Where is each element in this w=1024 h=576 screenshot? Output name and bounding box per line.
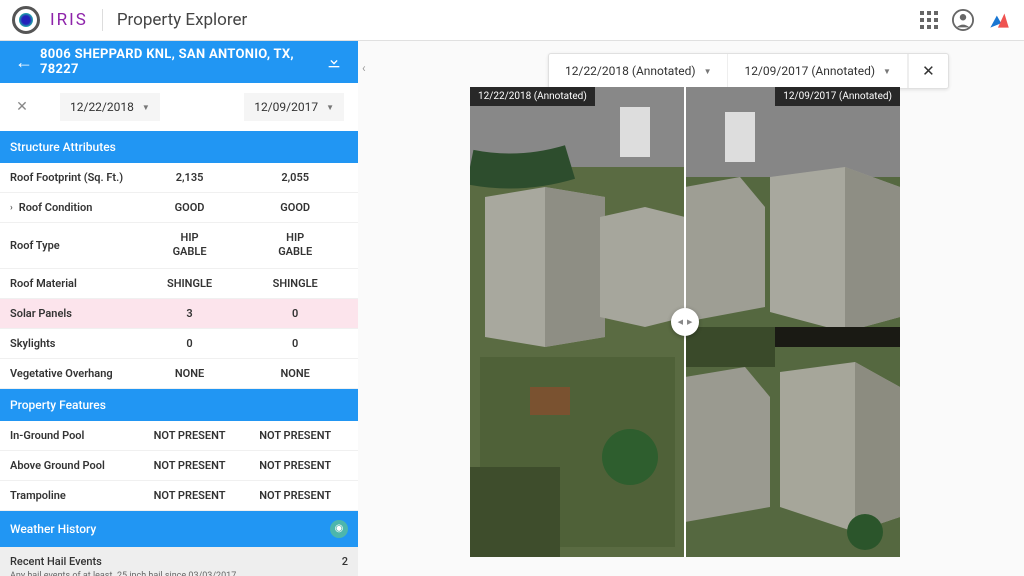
attribute-row: Vegetative OverhangNONENONE xyxy=(0,359,358,389)
attribute-row: Roof MaterialSHINGLESHINGLE xyxy=(0,269,358,299)
download-icon[interactable] xyxy=(318,46,350,78)
brand-logo xyxy=(12,6,40,34)
brand-name: IRIS xyxy=(50,10,88,30)
left-pane-label: 12/22/2018 (Annotated) xyxy=(470,87,595,106)
image-date-left-select[interactable]: 12/22/2018 (Annotated) ▼ xyxy=(549,54,728,88)
image-date-left-label: 12/22/2018 (Annotated) xyxy=(565,64,696,78)
right-pane-label: 12/09/2017 (Annotated) xyxy=(775,87,900,106)
attribute-row: Solar Panels30 xyxy=(0,299,358,329)
attribute-value-right: SHINGLE xyxy=(242,277,348,290)
attribute-value-left: NOT PRESENT xyxy=(137,429,243,442)
attribute-row: Roof Footprint (Sq. Ft.)2,1352,055 xyxy=(0,163,358,193)
hail-count: 2 xyxy=(342,555,348,568)
compare-slider-handle[interactable] xyxy=(671,308,699,336)
date-right-label: 12/09/2017 xyxy=(254,100,318,114)
attribute-row: Above Ground PoolNOT PRESENTNOT PRESENT xyxy=(0,451,358,481)
attribute-label: ›Roof Condition xyxy=(10,201,137,214)
chevron-down-icon: ▼ xyxy=(883,67,891,76)
close-compare-button[interactable]: ✕ xyxy=(908,54,948,88)
hail-events-row[interactable]: Recent Hail Events 2 Any hail events of … xyxy=(0,547,358,576)
attribute-value-right: NOT PRESENT xyxy=(242,429,348,442)
left-image-pane[interactable]: 12/22/2018 (Annotated) xyxy=(470,87,685,557)
sidebar-scroll[interactable]: Structure Attributes Roof Footprint (Sq.… xyxy=(0,131,358,576)
right-image-pane[interactable]: 12/09/2017 (Annotated) xyxy=(685,87,900,557)
attribute-row: TrampolineNOT PRESENTNOT PRESENT xyxy=(0,481,358,511)
attribute-value-right: NOT PRESENT xyxy=(242,459,348,472)
image-compare-viewer[interactable]: 12/22/2018 (Annotated) xyxy=(470,87,900,557)
attribute-label: Vegetative Overhang xyxy=(10,367,137,380)
address-bar: ← 8006 SHEPPARD KNL, SAN ANTONIO, TX, 78… xyxy=(0,41,358,83)
image-date-right-label: 12/09/2017 (Annotated) xyxy=(744,64,875,78)
attribute-value-left: SHINGLE xyxy=(137,277,243,290)
attribute-label: Roof Type xyxy=(10,239,137,252)
app-title: Property Explorer xyxy=(117,10,247,30)
attribute-value-right: 2,055 xyxy=(242,171,348,184)
aerial-image-left xyxy=(470,87,685,557)
attribute-label: In-Ground Pool xyxy=(10,429,137,442)
image-date-right-select[interactable]: 12/09/2017 (Annotated) ▼ xyxy=(728,54,907,88)
section-structure-attributes: Structure Attributes xyxy=(0,131,358,163)
chevron-down-icon: ▼ xyxy=(326,103,334,112)
attribute-value-left: NOT PRESENT xyxy=(137,459,243,472)
weather-badge-icon: ◉ xyxy=(330,520,348,538)
back-button[interactable]: ← xyxy=(8,46,40,78)
property-address: 8006 SHEPPARD KNL, SAN ANTONIO, TX, 7822… xyxy=(40,47,318,77)
attribute-label: Above Ground Pool xyxy=(10,459,137,472)
section-weather-history: Weather History ◉ xyxy=(0,511,358,547)
sidebar: ← 8006 SHEPPARD KNL, SAN ANTONIO, TX, 78… xyxy=(0,41,358,576)
aerial-image-right xyxy=(685,87,900,557)
attribute-label: Roof Footprint (Sq. Ft.) xyxy=(10,171,137,184)
attribute-value-left: 2,135 xyxy=(137,171,243,184)
divider xyxy=(102,9,103,31)
attribute-value-left: 0 xyxy=(137,337,243,350)
date-select-right[interactable]: 12/09/2017 ▼ xyxy=(244,93,344,121)
attribute-label: Roof Material xyxy=(10,277,137,290)
attribute-value-right: HIPGABLE xyxy=(242,231,348,260)
attribute-row[interactable]: ›Roof ConditionGOODGOOD xyxy=(0,193,358,223)
hail-subtitle: Any hail events of at least .25 inch hai… xyxy=(10,571,348,576)
attribute-value-left: 3 xyxy=(137,307,243,320)
date-select-left[interactable]: 12/22/2018 ▼ xyxy=(60,93,160,121)
expand-caret-icon[interactable]: › xyxy=(10,203,13,213)
top-bar: IRIS Property Explorer xyxy=(0,0,1024,41)
attribute-label: Skylights xyxy=(10,337,137,350)
weather-title: Weather History xyxy=(10,522,96,536)
chevron-down-icon: ▼ xyxy=(704,67,712,76)
chevron-down-icon: ▼ xyxy=(142,103,150,112)
attribute-value-right: 0 xyxy=(242,337,348,350)
date-compare-row: ✕ 12/22/2018 ▼ 12/09/2017 ▼ xyxy=(0,83,358,131)
close-compare-icon[interactable]: ✕ xyxy=(8,99,36,115)
attribute-label: Solar Panels xyxy=(10,307,137,320)
attribute-value-left: GOOD xyxy=(137,201,243,214)
date-left-label: 12/22/2018 xyxy=(70,100,134,114)
attribute-value-right: GOOD xyxy=(242,201,348,214)
attribute-label: Trampoline xyxy=(10,489,137,502)
image-date-selector-bar: 12/22/2018 (Annotated) ▼ 12/09/2017 (Ann… xyxy=(548,53,949,89)
attribute-value-left: HIPGABLE xyxy=(137,231,243,260)
apps-icon[interactable] xyxy=(912,3,946,37)
hail-label: Recent Hail Events xyxy=(10,555,102,568)
collapse-sidebar-icon[interactable]: ‹ xyxy=(362,61,366,75)
attribute-row: In-Ground PoolNOT PRESENTNOT PRESENT xyxy=(0,421,358,451)
attribute-value-right: NONE xyxy=(242,367,348,380)
attribute-row: Roof TypeHIPGABLEHIPGABLE xyxy=(0,223,358,269)
attribute-value-right: 0 xyxy=(242,307,348,320)
section-property-features: Property Features xyxy=(0,389,358,421)
account-icon[interactable] xyxy=(946,3,980,37)
attribute-value-left: NONE xyxy=(137,367,243,380)
attribute-row: Skylights00 xyxy=(0,329,358,359)
content-area: ‹ 12/22/2018 (Annotated) ▼ 12/09/2017 (A… xyxy=(358,41,1024,576)
attribute-value-left: NOT PRESENT xyxy=(137,489,243,502)
company-logo[interactable] xyxy=(986,7,1012,33)
attribute-value-right: NOT PRESENT xyxy=(242,489,348,502)
